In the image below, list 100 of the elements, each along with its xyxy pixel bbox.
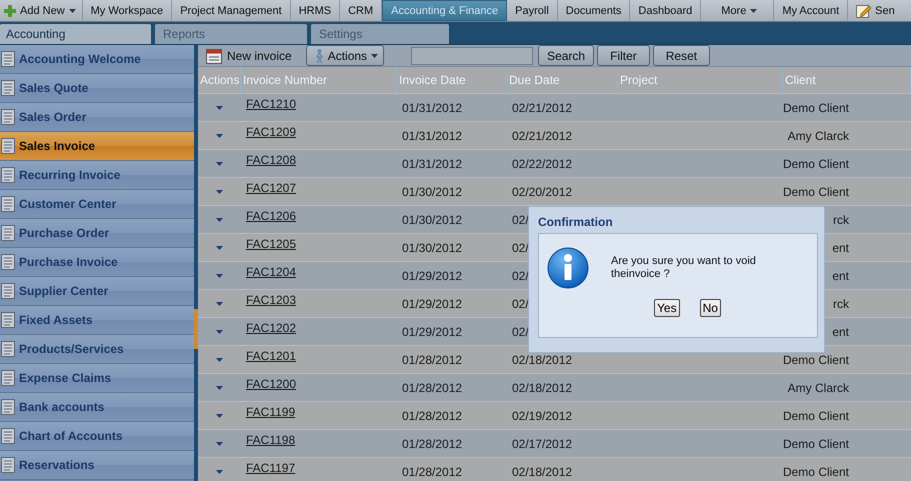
dialog-button[interactable]: No — [700, 299, 721, 317]
reset-button[interactable]: Reset — [652, 45, 710, 66]
table-cell: 02/18/2012 — [512, 464, 572, 478]
table-cell: Demo Client — [782, 408, 849, 422]
table-cell: 02/17/2012 — [512, 436, 572, 450]
info-icon — [547, 247, 589, 289]
nav-tab[interactable]: Sen — [848, 0, 895, 21]
caret-icon — [216, 330, 223, 334]
invoice-link[interactable]: FAC1200 — [246, 377, 296, 391]
actions-menu-button[interactable]: Actions — [306, 45, 384, 66]
caret-icon — [216, 414, 223, 418]
table-cell: 02/21/2012 — [512, 128, 572, 142]
document-icon — [1, 196, 15, 212]
table-cell: Demo Client — [782, 436, 849, 450]
table-cell: Demo Client — [782, 156, 849, 170]
sub-tab[interactable]: Accounting — [0, 24, 151, 44]
table-cell: rck — [833, 296, 849, 310]
document-icon — [1, 399, 15, 415]
table-cell: 01/28/2012 — [402, 352, 462, 366]
table-cell: ent — [832, 268, 849, 282]
table-cell: ent — [832, 324, 849, 338]
invoice-link[interactable]: FAC1210 — [246, 97, 296, 111]
table-cell: 02/21/2012 — [512, 100, 572, 114]
table-cell: Demo Client — [782, 352, 849, 366]
caret-icon — [216, 218, 223, 222]
nav-tab[interactable]: Payroll — [507, 0, 558, 21]
invoice-link[interactable]: FAC1202 — [246, 321, 296, 335]
new-invoice-button[interactable]: New invoice — [206, 48, 292, 64]
nav-tab[interactable]: My Workspace — [82, 0, 172, 21]
caret-icon — [371, 54, 378, 58]
invoice-link[interactable]: FAC1209 — [246, 125, 296, 139]
table-cell: 01/31/2012 — [402, 100, 462, 114]
nav-tab[interactable]: More — [701, 0, 774, 21]
table-cell: 02/18/2012 — [512, 352, 572, 366]
caret-icon — [216, 134, 223, 138]
search-field[interactable] — [411, 46, 534, 64]
table-cell: 02/ — [512, 240, 529, 254]
table-cell: 01/28/2012 — [402, 464, 462, 478]
invoice-link[interactable]: FAC1205 — [246, 237, 296, 251]
splitter-handle[interactable] — [194, 309, 198, 349]
plus-icon — [4, 4, 16, 16]
table-cell: 01/28/2012 — [402, 380, 462, 394]
add-new-menu[interactable]: Add New — [0, 0, 83, 21]
document-icon — [1, 109, 15, 125]
table-cell: 02/20/2012 — [512, 184, 572, 198]
table-cell: 01/31/2012 — [402, 156, 462, 170]
sidebar-item[interactable]: Sales Invoice — [0, 132, 194, 161]
table-cell: 01/30/2012 — [402, 212, 462, 226]
document-icon — [1, 138, 15, 154]
table-cell: 01/29/2012 — [402, 296, 462, 310]
search-button[interactable]: Search — [538, 45, 594, 66]
edit-icon — [856, 4, 872, 18]
caret-icon — [216, 274, 223, 278]
invoice-link[interactable]: FAC1197 — [246, 461, 296, 475]
document-icon — [1, 254, 15, 270]
invoice-icon — [206, 48, 222, 64]
table-cell: 01/31/2012 — [402, 128, 462, 142]
caret-icon — [216, 190, 223, 194]
table-cell: 02/22/2012 — [512, 156, 572, 170]
document-icon — [1, 167, 15, 183]
nav-tab[interactable]: HRMS — [290, 0, 340, 21]
caret-icon — [216, 358, 223, 362]
table-cell: Amy Clarck — [788, 380, 849, 394]
dialog-button[interactable]: Yes — [654, 299, 680, 317]
invoice-link[interactable]: FAC1199 — [246, 405, 296, 419]
table-cell: 02/ — [512, 268, 529, 282]
nav-tab[interactable]: Project Management — [172, 0, 291, 21]
invoice-link[interactable]: FAC1198 — [246, 433, 296, 447]
document-icon — [1, 283, 15, 299]
dialog-title: Confirmation — [538, 214, 613, 231]
table-cell: Amy Clarck — [788, 128, 849, 142]
nav-tab[interactable]: My Account — [774, 0, 848, 21]
invoice-link[interactable]: FAC1207 — [246, 181, 296, 195]
invoice-link[interactable]: FAC1203 — [246, 293, 296, 307]
table-cell: 01/29/2012 — [402, 324, 462, 338]
filter-button[interactable]: Filter — [597, 45, 650, 66]
invoice-link[interactable]: FAC1208 — [246, 153, 296, 167]
table-cell: 02/ — [512, 324, 529, 338]
nav-tab[interactable]: Documents — [558, 0, 630, 21]
table-cell: Demo Client — [782, 184, 849, 198]
invoice-link[interactable]: FAC1206 — [246, 209, 296, 223]
table-cell: Demo Client — [782, 100, 849, 114]
caret-icon — [216, 162, 223, 166]
nav-tab[interactable]: Dashboard — [630, 0, 702, 21]
table-cell: 02/19/2012 — [512, 408, 572, 422]
table-cell: 01/28/2012 — [402, 408, 462, 422]
table-cell: 02/18/2012 — [512, 380, 572, 394]
invoice-link[interactable]: FAC1204 — [246, 265, 296, 279]
invoice-link[interactable]: FAC1201 — [246, 349, 296, 363]
caret-icon — [216, 442, 223, 446]
confirmation-message: Are you sure you want to void theinvoice ? — [611, 255, 757, 281]
document-icon — [1, 370, 15, 386]
caret-icon — [216, 386, 223, 390]
table-cell: rck — [833, 212, 849, 226]
document-icon — [1, 428, 15, 444]
table-cell: 02/ — [512, 296, 529, 310]
caret-icon — [216, 470, 223, 474]
caret-icon — [216, 302, 223, 306]
table-cell: ent — [832, 240, 849, 254]
caret-icon — [216, 246, 223, 250]
